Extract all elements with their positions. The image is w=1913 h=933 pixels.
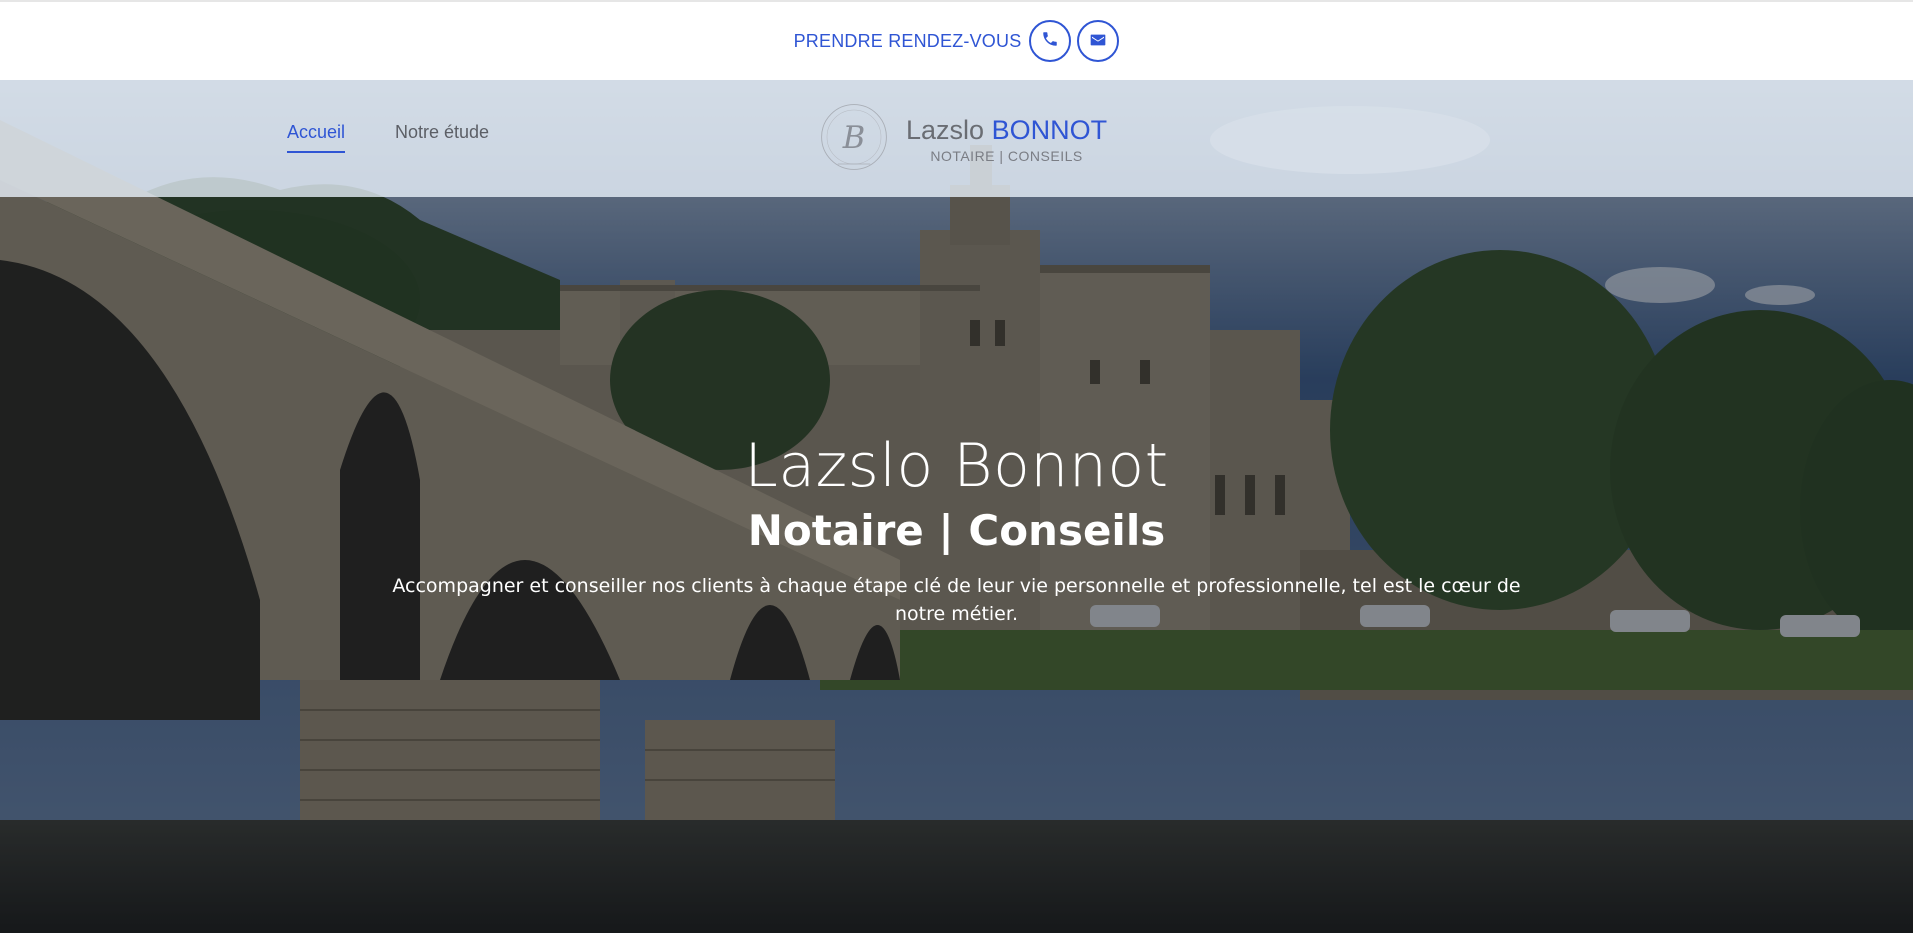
main-navigation: Accueil Notre étude B Lazslo BONNOT NOTA… (0, 80, 1913, 197)
hero-title: Lazslo Bonnot (744, 431, 1169, 501)
top-contact-bar: PRENDRE RENDEZ-VOUS (0, 0, 1913, 80)
brand-last-name: BONNOT (991, 114, 1108, 145)
brand-logo-link[interactable]: B Lazslo BONNOT NOTAIRE | CONSEILS (818, 94, 1107, 184)
logo-seal-icon: B (818, 101, 890, 177)
svg-text:B: B (842, 121, 865, 156)
book-appointment-link[interactable]: PRENDRE RENDEZ-VOUS (794, 31, 1022, 52)
brand-subtitle: NOTAIRE | CONSEILS (930, 147, 1083, 164)
hero-section: Lazslo Bonnot Notaire | Conseils Accompa… (0, 428, 1913, 628)
nav-item-notre-etude[interactable]: Notre étude (395, 122, 489, 151)
mail-icon (1090, 32, 1106, 51)
brand-name: Lazslo BONNOT (906, 115, 1107, 145)
brand-first-name: Lazslo (906, 114, 985, 145)
phone-button[interactable] (1029, 20, 1072, 62)
hero-subtitle: Notaire | Conseils (747, 506, 1166, 555)
hero-description: Accompagner et conseiller nos clients à … (392, 575, 1521, 625)
mail-button[interactable] (1077, 20, 1120, 62)
phone-icon (1041, 30, 1059, 52)
nav-item-accueil[interactable]: Accueil (287, 122, 346, 153)
